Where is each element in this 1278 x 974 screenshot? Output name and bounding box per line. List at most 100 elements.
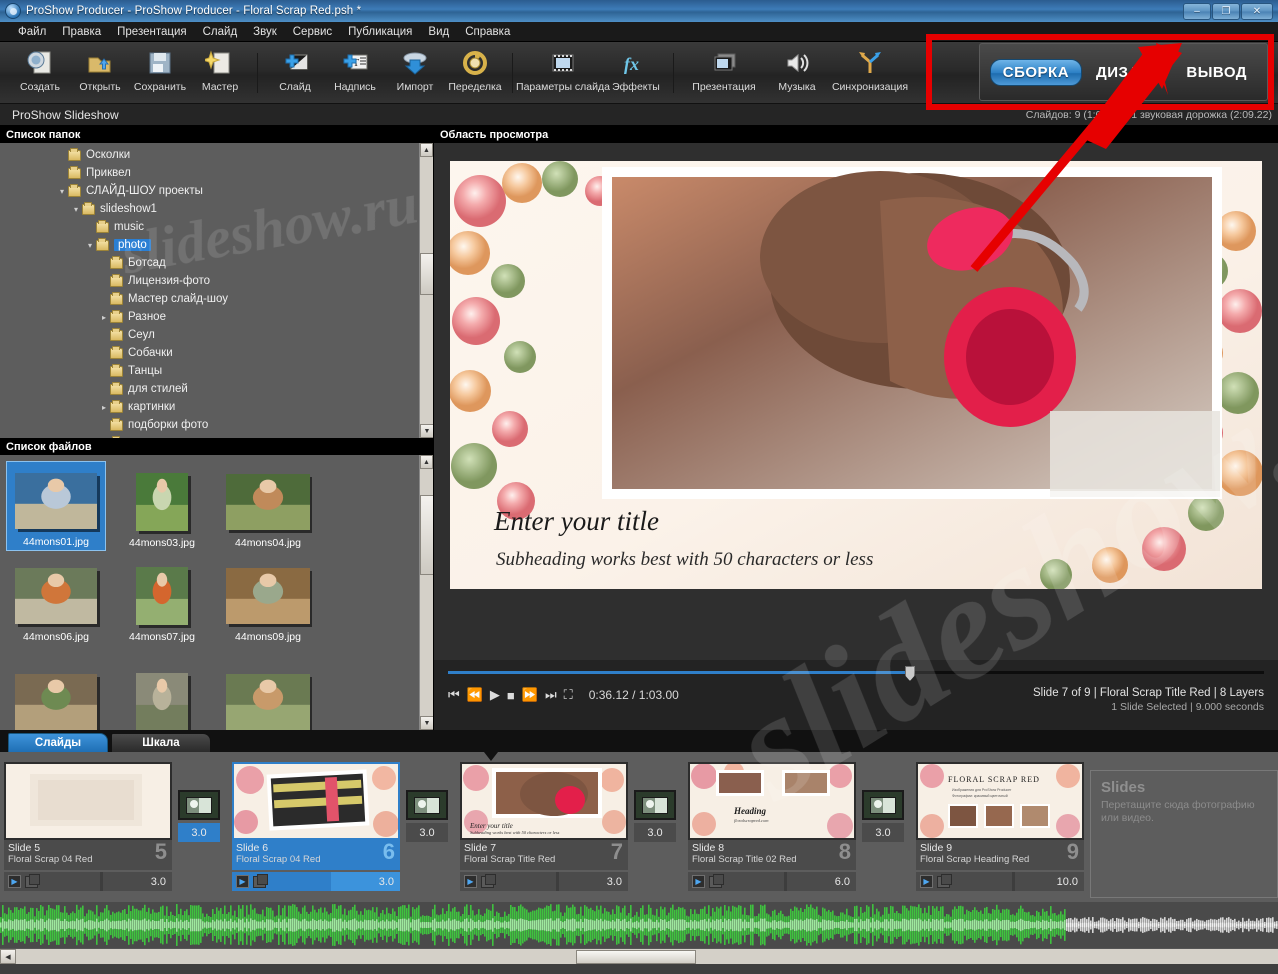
transition-icon[interactable] (634, 790, 676, 820)
file-list-item[interactable] (112, 649, 212, 730)
slide-layers-icon[interactable] (937, 873, 952, 888)
slide-thumbnail[interactable] (232, 762, 400, 840)
slide-duration[interactable]: 6.0 (787, 872, 856, 891)
tree-expander-icon[interactable]: ▸ (98, 403, 110, 412)
slide-cell-8[interactable]: Heading floralscrapred.com Slide 8 Floral S… (688, 762, 856, 891)
slide-duration[interactable]: 3.0 (103, 872, 172, 891)
toolbar-button-слайд[interactable]: Слайд (265, 44, 325, 102)
menu-item-1[interactable]: Правка (54, 24, 109, 40)
slide-layers-icon[interactable] (253, 873, 268, 888)
fullscreen-icon[interactable]: ⛶ (564, 687, 573, 703)
horizontal-scrollbar[interactable]: ◀ (0, 948, 1278, 964)
transition-cell[interactable]: 3.0 (862, 762, 910, 842)
folder-tree-item[interactable]: для стилей (0, 380, 433, 398)
play-icon[interactable]: ▶ (490, 687, 500, 703)
toolbar-button-надпись[interactable]: T Надпись (325, 44, 385, 102)
slide-duration[interactable]: 3.0 (331, 872, 400, 891)
toolbar-button-эффекты[interactable]: fx Эффекты (606, 44, 666, 102)
menu-item-6[interactable]: Публикация (340, 24, 420, 40)
slide-cell-9[interactable]: FLORAL SCRAP RED Изображения для ProShow … (916, 762, 1084, 891)
slide-play-icon[interactable]: ▶ (464, 875, 477, 888)
transition-cell[interactable]: 3.0 (634, 762, 682, 842)
folder-tree-item[interactable]: подборки фото (0, 416, 433, 434)
audio-waveform[interactable] (0, 902, 1278, 948)
scroll-up-icon[interactable]: ▲ (420, 455, 433, 469)
tab-timeline[interactable]: Шкала (111, 733, 211, 752)
scroll-thumb[interactable] (420, 495, 433, 575)
scroll-down-icon[interactable]: ▼ (420, 716, 433, 730)
folder-tree-item[interactable]: Собачки (0, 344, 433, 362)
folder-tree-item[interactable]: Танцы (0, 362, 433, 380)
file-list-item[interactable]: 44mons04.jpg (218, 461, 318, 551)
toolbar-button-параметры-слайда[interactable]: Параметры слайда (516, 44, 610, 102)
scroll-down-icon[interactable]: ▼ (420, 424, 433, 438)
maximize-button[interactable]: ❐ (1212, 2, 1240, 20)
skip-end-icon[interactable]: ⏭ (545, 687, 557, 703)
menu-item-8[interactable]: Справка (457, 24, 518, 40)
slide-thumbnail[interactable]: FLORAL SCRAP RED Изображения для ProShow … (916, 762, 1084, 840)
slide-layers-icon[interactable] (25, 873, 40, 888)
menu-item-5[interactable]: Сервис (285, 24, 340, 40)
toolbar-button-презентация[interactable]: Презентация (681, 44, 767, 102)
file-list-scrollbar[interactable]: ▲ ▼ (419, 455, 433, 730)
folder-tree-scrollbar[interactable]: ▲ ▼ (419, 143, 433, 438)
scroll-up-icon[interactable]: ▲ (420, 143, 433, 157)
folder-tree-item[interactable]: Мастер слайд-шоу (0, 290, 433, 308)
transition-icon[interactable] (406, 790, 448, 820)
menu-item-7[interactable]: Вид (420, 24, 457, 40)
file-list-item[interactable]: 44mons06.jpg (6, 555, 106, 645)
preview-area[interactable]: Enter your title Subheading works best w… (434, 43, 1278, 660)
slide-thumbnail[interactable]: Heading floralscrapred.com (688, 762, 856, 840)
file-list-item[interactable]: 44mons03.jpg (112, 461, 212, 551)
slide-cell-5[interactable]: Slide 5 Floral Scrap 04 Red 5 ▶ 3.0 (4, 762, 172, 891)
close-button[interactable]: ✕ (1241, 2, 1273, 20)
toolbar-button-открыть[interactable]: Открыть (70, 44, 130, 102)
file-list-item[interactable]: 44mons01.jpg (6, 461, 106, 551)
toolbar-button-создать[interactable]: Создать (10, 44, 70, 102)
tree-expander-icon[interactable]: ▾ (56, 187, 68, 196)
menu-item-0[interactable]: Файл (10, 24, 54, 40)
tree-expander-icon[interactable]: ▸ (98, 313, 110, 322)
file-list-item[interactable] (218, 649, 318, 730)
folder-tree-item[interactable]: music (0, 218, 433, 236)
slide-play-icon[interactable]: ▶ (236, 875, 249, 888)
slide-duration[interactable]: 3.0 (559, 872, 628, 891)
transition-duration[interactable]: 3.0 (634, 823, 676, 842)
scroll-thumb[interactable] (420, 253, 433, 295)
menu-item-2[interactable]: Презентация (109, 24, 194, 40)
tab-slides[interactable]: Слайды (8, 733, 108, 752)
toolbar-button-синхронизация[interactable]: Синхронизация (827, 44, 913, 102)
scrubber-handle[interactable] (904, 666, 915, 681)
folder-tree-item[interactable]: Приквел (0, 164, 433, 182)
scroll-left-icon[interactable]: ◀ (0, 949, 16, 964)
menu-item-4[interactable]: Звук (245, 24, 285, 40)
folder-tree-item[interactable]: Ботсад (0, 254, 433, 272)
toolbar-button-импорт[interactable]: Импорт (385, 44, 445, 102)
tree-expander-icon[interactable]: ▾ (70, 205, 82, 214)
folder-tree-item[interactable]: Осколки (0, 146, 433, 164)
toolbar-button-сохранить[interactable]: Сохранить (130, 44, 190, 102)
menu-item-3[interactable]: Слайд (195, 24, 246, 40)
folder-tree-item[interactable]: ▾ СЛАЙД-ШОУ проекты (0, 182, 433, 200)
skip-start-icon[interactable]: ⏮ (448, 687, 460, 703)
transition-cell[interactable]: 3.0 (178, 762, 226, 842)
slide-thumbnail[interactable] (4, 762, 172, 840)
toolbar-button-мастер[interactable]: Мастер (190, 44, 250, 102)
slide-play-icon[interactable]: ▶ (920, 875, 933, 888)
slide-thumbnail[interactable]: Enter your title Subheading works best wi… (460, 762, 628, 840)
rewind-icon[interactable]: ⏪ (467, 687, 483, 703)
folder-tree-item[interactable]: снсд (0, 434, 433, 438)
toolbar-button-переделка[interactable]: Переделка (445, 44, 505, 102)
hscroll-thumb[interactable] (576, 949, 696, 964)
transition-icon[interactable] (178, 790, 220, 820)
slide-play-icon[interactable]: ▶ (8, 875, 21, 888)
folder-tree-item[interactable]: Сеул (0, 326, 433, 344)
folder-tree-item[interactable]: ▾ slideshow1 (0, 200, 433, 218)
transition-duration[interactable]: 3.0 (862, 823, 904, 842)
folder-tree-item[interactable]: Лицензия-фото (0, 272, 433, 290)
folder-tree-item[interactable]: ▾ photo (0, 236, 433, 254)
file-list-item[interactable]: 44mons07.jpg (112, 555, 212, 645)
transition-cell[interactable]: 3.0 (406, 762, 454, 842)
transition-duration[interactable]: 3.0 (406, 823, 448, 842)
minimize-button[interactable]: – (1183, 2, 1211, 20)
